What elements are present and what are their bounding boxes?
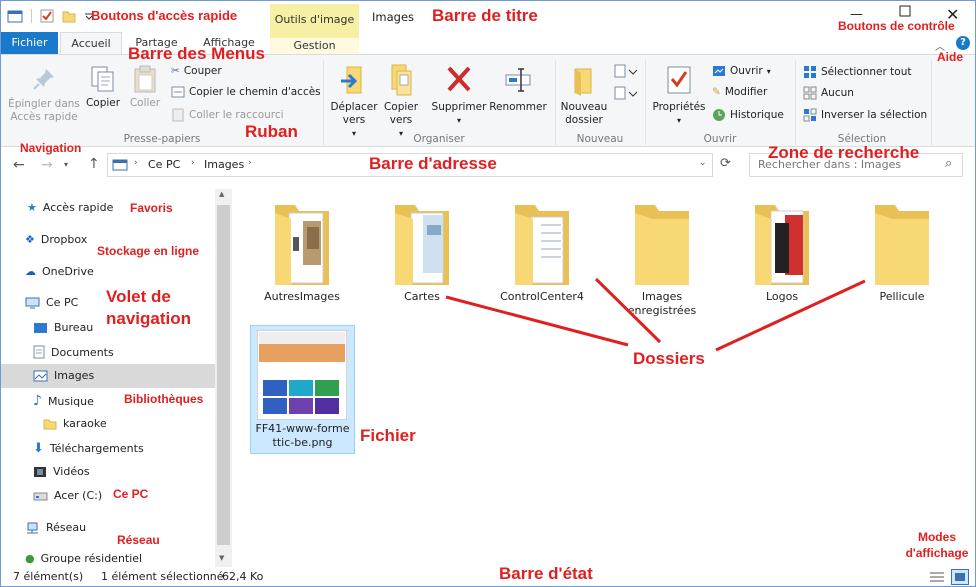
annotation-qat: Boutons d'accès rapide: [91, 8, 238, 23]
annotation-navigation: Navigation: [20, 141, 82, 155]
annotation-cloud: Stockage en ligne: [97, 244, 200, 258]
annotation-arrow: [715, 279, 866, 352]
annotation-arrow: [594, 277, 662, 344]
annotation-status-bar: Barre d'état: [499, 564, 593, 583]
annotation-libraries: Bibliothèques: [124, 392, 204, 406]
annotation-folders: Dossiers: [633, 349, 705, 368]
annotation-network: Réseau: [117, 533, 160, 547]
annotation-menus: Barre des Menus: [128, 44, 265, 63]
annotation-nav-pane: Volet de navigation: [106, 287, 192, 328]
annotation-file: Fichier: [360, 426, 416, 445]
annotation-title-bar: Barre de titre: [432, 6, 538, 25]
annotation-address-bar: Barre d'adresse: [369, 154, 497, 173]
annotation-this-pc: Ce PC: [113, 487, 149, 501]
annotation-ribbon: Ruban: [245, 122, 298, 141]
annotation-control-buttons: Boutons de contrôle: [838, 19, 955, 33]
annotation-help: Aide: [937, 50, 964, 64]
annotation-arrow: [445, 295, 629, 347]
annotation-display-modes: Modes d'affichage: [905, 530, 969, 560]
annotation-favorites: Favoris: [130, 201, 173, 215]
annotation-search-zone: Zone de recherche: [768, 143, 920, 162]
